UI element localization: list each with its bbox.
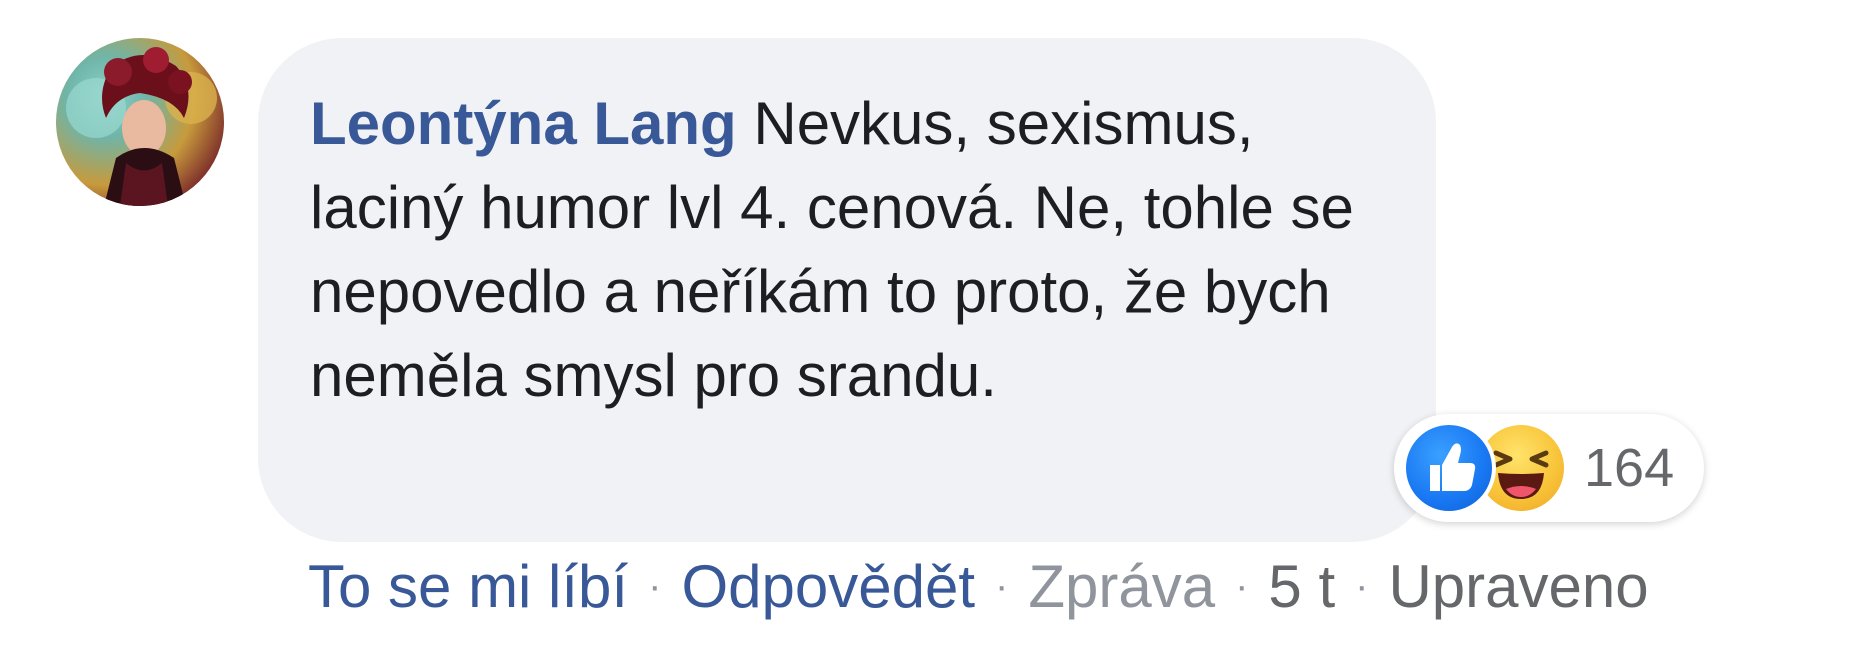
comment-body: Leontýna Lang Nevkus, sexismus, laciný h… [310,82,1370,418]
reactions-summary[interactable]: 164 [1394,414,1704,522]
avatar-image [66,47,217,206]
separator: · [995,563,1009,608]
timestamp[interactable]: 5 t [1268,552,1335,621]
comment-actions: To se mi líbí · Odpovědět · Zpráva · 5 t… [308,548,1649,624]
like-link[interactable]: To se mi líbí [308,552,628,621]
reaction-count: 164 [1584,438,1675,498]
avatar[interactable] [56,38,224,206]
comment-author[interactable]: Leontýna Lang [310,90,737,157]
edited-label[interactable]: Upraveno [1388,552,1648,621]
comment-bubble: Leontýna Lang Nevkus, sexismus, laciný h… [258,38,1436,542]
separator: · [648,563,662,608]
like-icon [1402,421,1496,515]
message-link[interactable]: Zpráva [1028,552,1215,621]
separator: · [1355,563,1369,608]
reply-link[interactable]: Odpovědět [681,552,975,621]
separator: · [1235,563,1249,608]
